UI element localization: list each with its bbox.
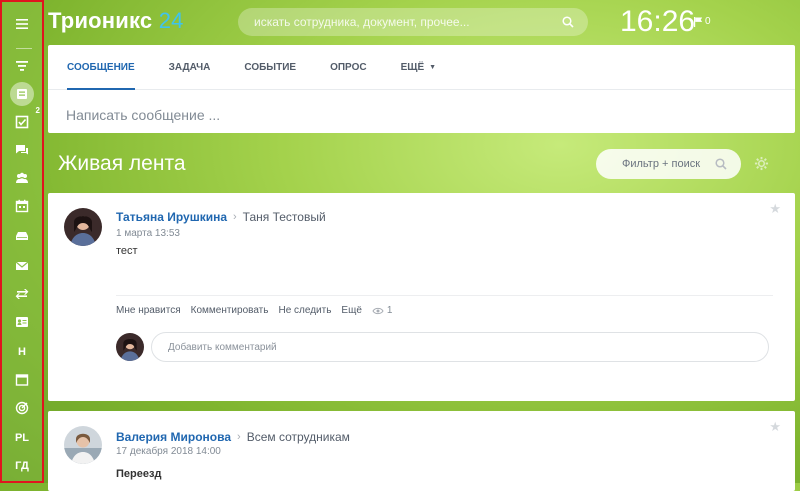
- mail-icon: [15, 261, 29, 270]
- notifications-count: 0: [705, 16, 711, 27]
- tab-more-label: ЕЩЁ: [400, 61, 425, 73]
- feed-icon: [17, 89, 27, 99]
- message-input[interactable]: Написать сообщение ...: [48, 90, 795, 140]
- menu-icon[interactable]: [10, 12, 34, 36]
- feed-filter-label: Фильтр + поиск: [622, 158, 701, 170]
- unfollow-button[interactable]: Не следить: [278, 305, 331, 316]
- chevron-right-icon: ›: [233, 211, 237, 223]
- post-actions: Мне нравится Комментировать Не следить Е…: [116, 305, 392, 316]
- sidebar-item-drive[interactable]: [10, 224, 34, 248]
- sync-icon: [15, 289, 29, 299]
- post-date[interactable]: 1 марта 13:53: [116, 228, 180, 239]
- people-icon: [16, 172, 28, 183]
- chat-icon: [16, 145, 28, 155]
- comment-button[interactable]: Комментировать: [191, 305, 269, 316]
- tasks-icon: [15, 115, 29, 129]
- sidebar-item-target[interactable]: [10, 396, 34, 420]
- logo-number: 24: [158, 8, 184, 33]
- clock[interactable]: 16:26: [620, 5, 695, 39]
- sidebar-item-gd[interactable]: ГД: [10, 454, 34, 478]
- filter-icon[interactable]: [10, 54, 34, 78]
- feed-filter[interactable]: Фильтр + поиск: [596, 149, 741, 179]
- feed-post: Валерия Миронова › Всем сотрудникам 17 д…: [48, 411, 795, 491]
- post-author[interactable]: Валерия Миронова: [116, 430, 231, 444]
- post-text: Переезд: [116, 468, 162, 480]
- post-divider: [116, 295, 773, 296]
- left-sidebar: 2 Н PL ГД: [0, 0, 44, 483]
- views-counter[interactable]: 1: [372, 305, 393, 316]
- comment-input[interactable]: [166, 340, 754, 354]
- post-author-line: Татьяна Ирушкина › Таня Тестовый: [116, 210, 326, 224]
- search-icon[interactable]: [562, 16, 574, 28]
- post-recipient[interactable]: Таня Тестовый: [243, 210, 326, 224]
- notifications[interactable]: 0: [694, 16, 711, 27]
- post-text: тест: [116, 245, 138, 257]
- calendar-icon: [15, 199, 29, 213]
- star-icon[interactable]: ★: [769, 201, 781, 217]
- eye-icon: [372, 307, 384, 314]
- sidebar-item-tasks[interactable]: 2: [10, 106, 40, 134]
- sidebar-item-window[interactable]: [10, 368, 34, 392]
- sidebar-divider: [16, 48, 32, 49]
- post-composer: СООБЩЕНИЕ ЗАДАЧА СОБЫТИЕ ОПРОС ЕЩЁ ▼ Нап…: [48, 45, 795, 133]
- avatar: [116, 333, 144, 361]
- post-author[interactable]: Татьяна Ирушкина: [116, 210, 227, 224]
- sidebar-item-mail[interactable]: [10, 254, 34, 278]
- avatar[interactable]: [64, 426, 102, 464]
- flag-icon: [694, 16, 703, 27]
- sidebar-item-contact[interactable]: [10, 310, 34, 334]
- sidebar-item-people[interactable]: [10, 166, 34, 190]
- target-icon: [15, 401, 29, 415]
- top-bar: Трионикс 24 16:26 0: [44, 0, 800, 45]
- search-icon: [715, 158, 727, 170]
- post-author-line: Валерия Миронова › Всем сотрудникам: [116, 430, 350, 444]
- sidebar-item-n[interactable]: Н: [10, 340, 34, 364]
- logo-text: Трионикс: [48, 8, 153, 33]
- sidebar-item-chat[interactable]: [10, 138, 34, 162]
- star-icon[interactable]: ★: [769, 419, 781, 435]
- sidebar-item-sync[interactable]: [10, 282, 34, 306]
- page-title: Живая лента: [58, 152, 186, 175]
- sidebar-item-calendar[interactable]: [10, 194, 34, 218]
- app-logo[interactable]: Трионикс 24: [48, 8, 184, 34]
- tab-event[interactable]: СОБЫТИЕ: [244, 45, 296, 89]
- tab-task[interactable]: ЗАДАЧА: [169, 45, 211, 89]
- tab-poll[interactable]: ОПРОС: [330, 45, 367, 89]
- gear-icon[interactable]: [754, 156, 769, 171]
- more-button[interactable]: Ещё: [341, 305, 361, 316]
- post-date[interactable]: 17 декабря 2018 14:00: [116, 446, 221, 457]
- avatar[interactable]: [64, 208, 102, 246]
- sidebar-item-pl[interactable]: PL: [10, 426, 34, 450]
- views-count: 1: [386, 305, 393, 316]
- contact-icon: [16, 317, 28, 327]
- chevron-right-icon: ›: [237, 431, 241, 443]
- tab-message[interactable]: СООБЩЕНИЕ: [67, 45, 135, 90]
- tab-more[interactable]: ЕЩЁ ▼: [401, 45, 437, 89]
- feed-post: Татьяна Ирушкина › Таня Тестовый 1 марта…: [48, 193, 795, 401]
- sidebar-item-feed[interactable]: [10, 82, 34, 106]
- global-search: [238, 8, 588, 36]
- drive-icon: [16, 232, 28, 240]
- composer-tabs: СООБЩЕНИЕ ЗАДАЧА СОБЫТИЕ ОПРОС ЕЩЁ ▼: [48, 45, 795, 90]
- tasks-badge: 2: [35, 106, 40, 115]
- like-button[interactable]: Мне нравится: [116, 305, 181, 316]
- global-search-input[interactable]: [252, 14, 556, 30]
- window-icon: [15, 374, 29, 386]
- post-recipient[interactable]: Всем сотрудникам: [247, 430, 350, 444]
- caret-down-icon: ▼: [429, 63, 437, 71]
- comment-field: [151, 332, 769, 362]
